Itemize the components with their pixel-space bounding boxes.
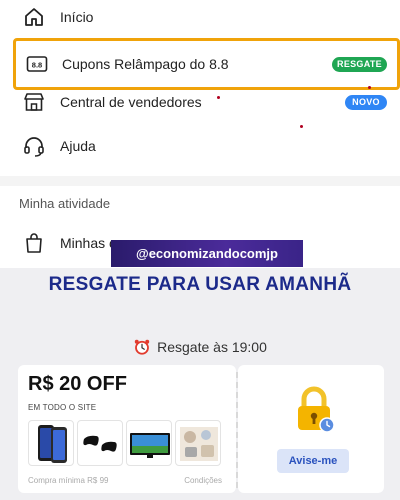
coupon-card[interactable]: R$ 20 OFF EM TODO O SITE Compra mínima R…	[18, 365, 236, 493]
menu-item-ajuda[interactable]: Ajuda	[0, 126, 400, 166]
coupon-action-panel: Avise-me	[238, 365, 384, 493]
redeem-time-label: Resgate às 19:00	[157, 339, 267, 355]
coupon-icon: 8.8	[26, 56, 48, 72]
coupon-value: R$ 20 OFF	[28, 373, 127, 395]
svg-text:8.8: 8.8	[32, 61, 42, 70]
resgate-badge: RESGATE	[332, 56, 387, 72]
section-title-minha-atividade: Minha atividade	[19, 196, 111, 211]
headset-icon	[24, 137, 44, 157]
product-thumb-phone[interactable]	[28, 420, 74, 466]
product-thumb-controllers[interactable]	[77, 420, 123, 466]
menu-item-label: Cupons Relâmpago do 8.8	[62, 56, 229, 72]
tv-icon	[130, 433, 170, 458]
promo-section: RESGATE PARA USAR AMANHÃ Resgate às 19:0…	[0, 268, 400, 500]
menu-item-label: Central de vendedores	[60, 94, 202, 110]
bag-icon	[26, 233, 42, 253]
product-thumbnails	[28, 420, 221, 466]
phone-icon	[38, 425, 67, 463]
store-icon	[24, 93, 44, 111]
red-dot	[217, 96, 220, 99]
menu-item-label: Início	[60, 9, 94, 25]
red-dot	[368, 86, 371, 89]
notify-me-button[interactable]: Avise-me	[277, 449, 349, 473]
coupon-min-purchase: Compra mínima R$ 99	[28, 476, 109, 485]
menu-item-inicio[interactable]: Início	[0, 0, 400, 37]
alarm-clock-icon	[134, 339, 150, 355]
coupon-scope: EM TODO O SITE	[28, 403, 97, 412]
menu-divider	[0, 176, 400, 186]
product-thumb-kitchenware[interactable]	[175, 420, 221, 466]
redeem-time: Resgate às 19:00	[0, 338, 400, 356]
side-menu: Início 8.8 Cupons Relâmpago do 8.8 RESGA…	[0, 0, 400, 268]
menu-item-central-vendedores[interactable]: Central de vendedores NOVO	[0, 82, 400, 122]
watermark-banner: @economizandocomjp	[111, 240, 303, 267]
product-thumb-tv[interactable]	[126, 420, 172, 466]
lock-icon	[298, 386, 334, 433]
home-icon	[25, 8, 43, 26]
conditions-link[interactable]: Condições	[184, 476, 222, 485]
gamepad-icon	[83, 435, 117, 452]
red-dot	[300, 125, 303, 128]
promo-headline: RESGATE PARA USAR AMANHÃ	[48, 274, 352, 295]
menu-item-label: Minhas c	[60, 235, 117, 251]
novo-badge: NOVO	[345, 94, 387, 110]
kitchenware-icon	[180, 427, 218, 461]
menu-item-label: Ajuda	[60, 138, 96, 154]
